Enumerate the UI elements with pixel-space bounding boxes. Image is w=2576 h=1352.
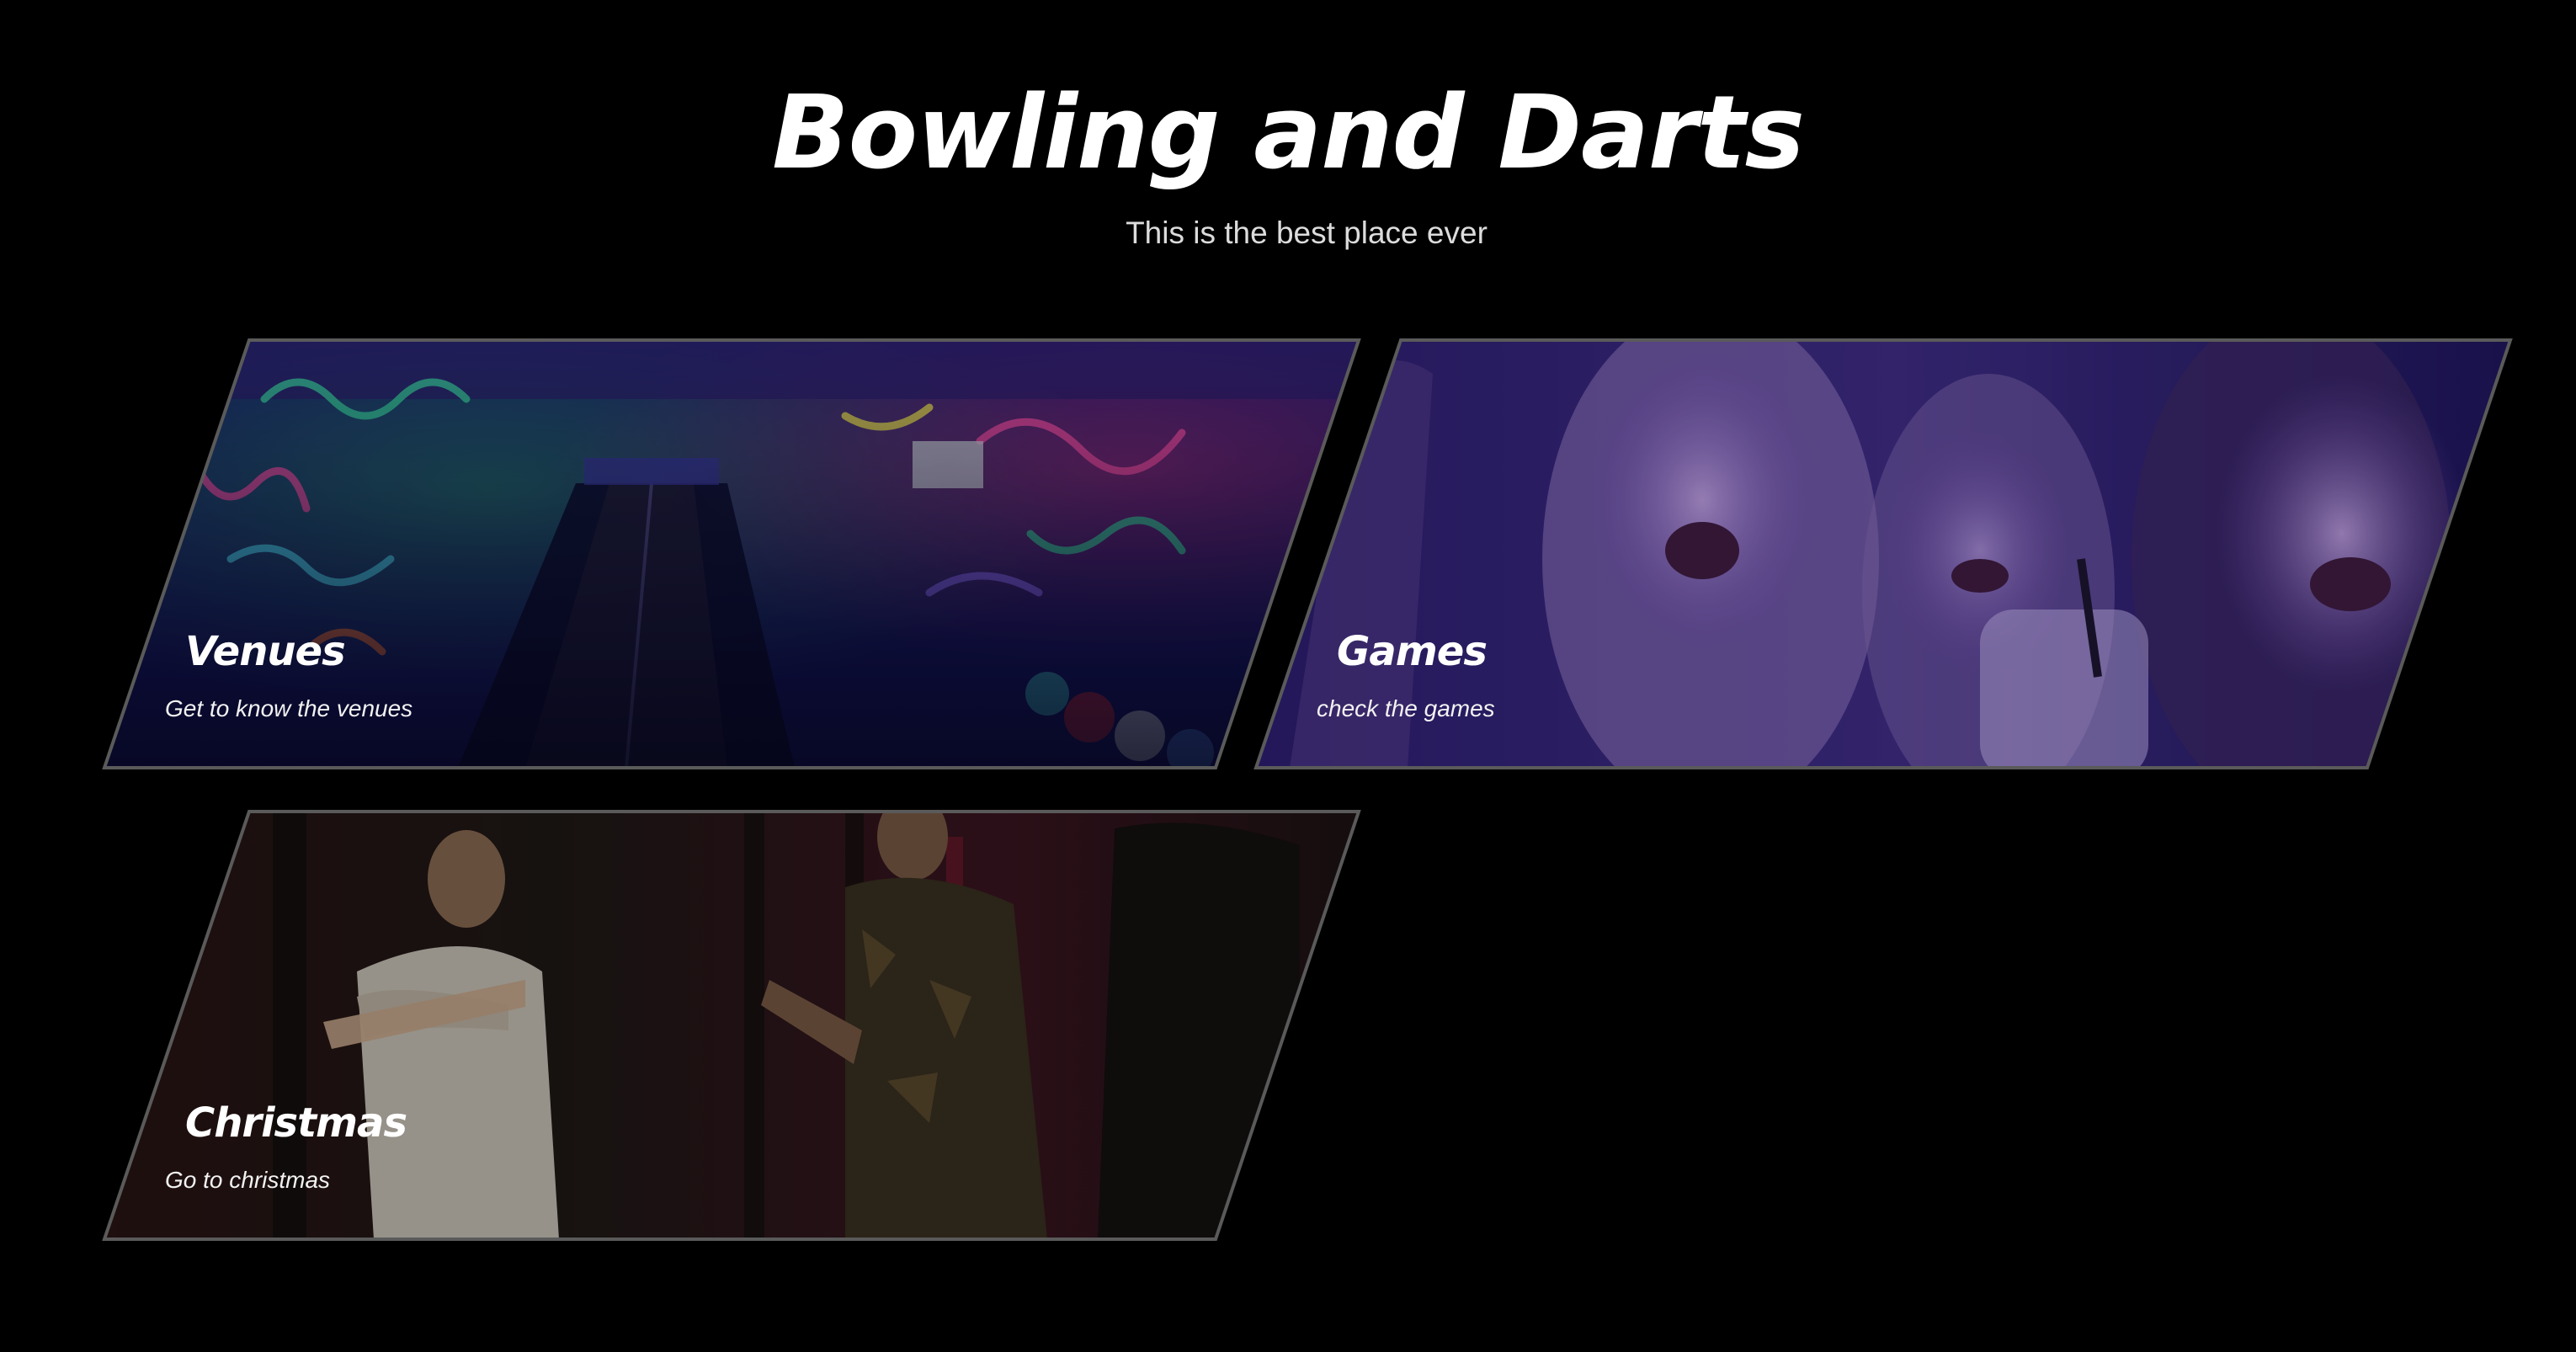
christmas-card-title: Christmas [185,1099,407,1147]
page-title: Bowling and Darts [772,75,1805,192]
games-card-title: Games [1337,628,1488,675]
page-subtitle: This is the best place ever [1126,216,1488,250]
games-card[interactable]: Games check the games [1253,338,2536,769]
venues-card-title: Venues [185,628,346,675]
christmas-card[interactable]: Christmas Go to christmas [102,810,1384,1241]
games-card-description: check the games [1317,695,1495,721]
venues-card-description: Get to know the venues [165,695,413,721]
christmas-card-description: Go to christmas [165,1167,331,1193]
venues-card[interactable]: Venues Get to know the venues [102,338,1384,769]
